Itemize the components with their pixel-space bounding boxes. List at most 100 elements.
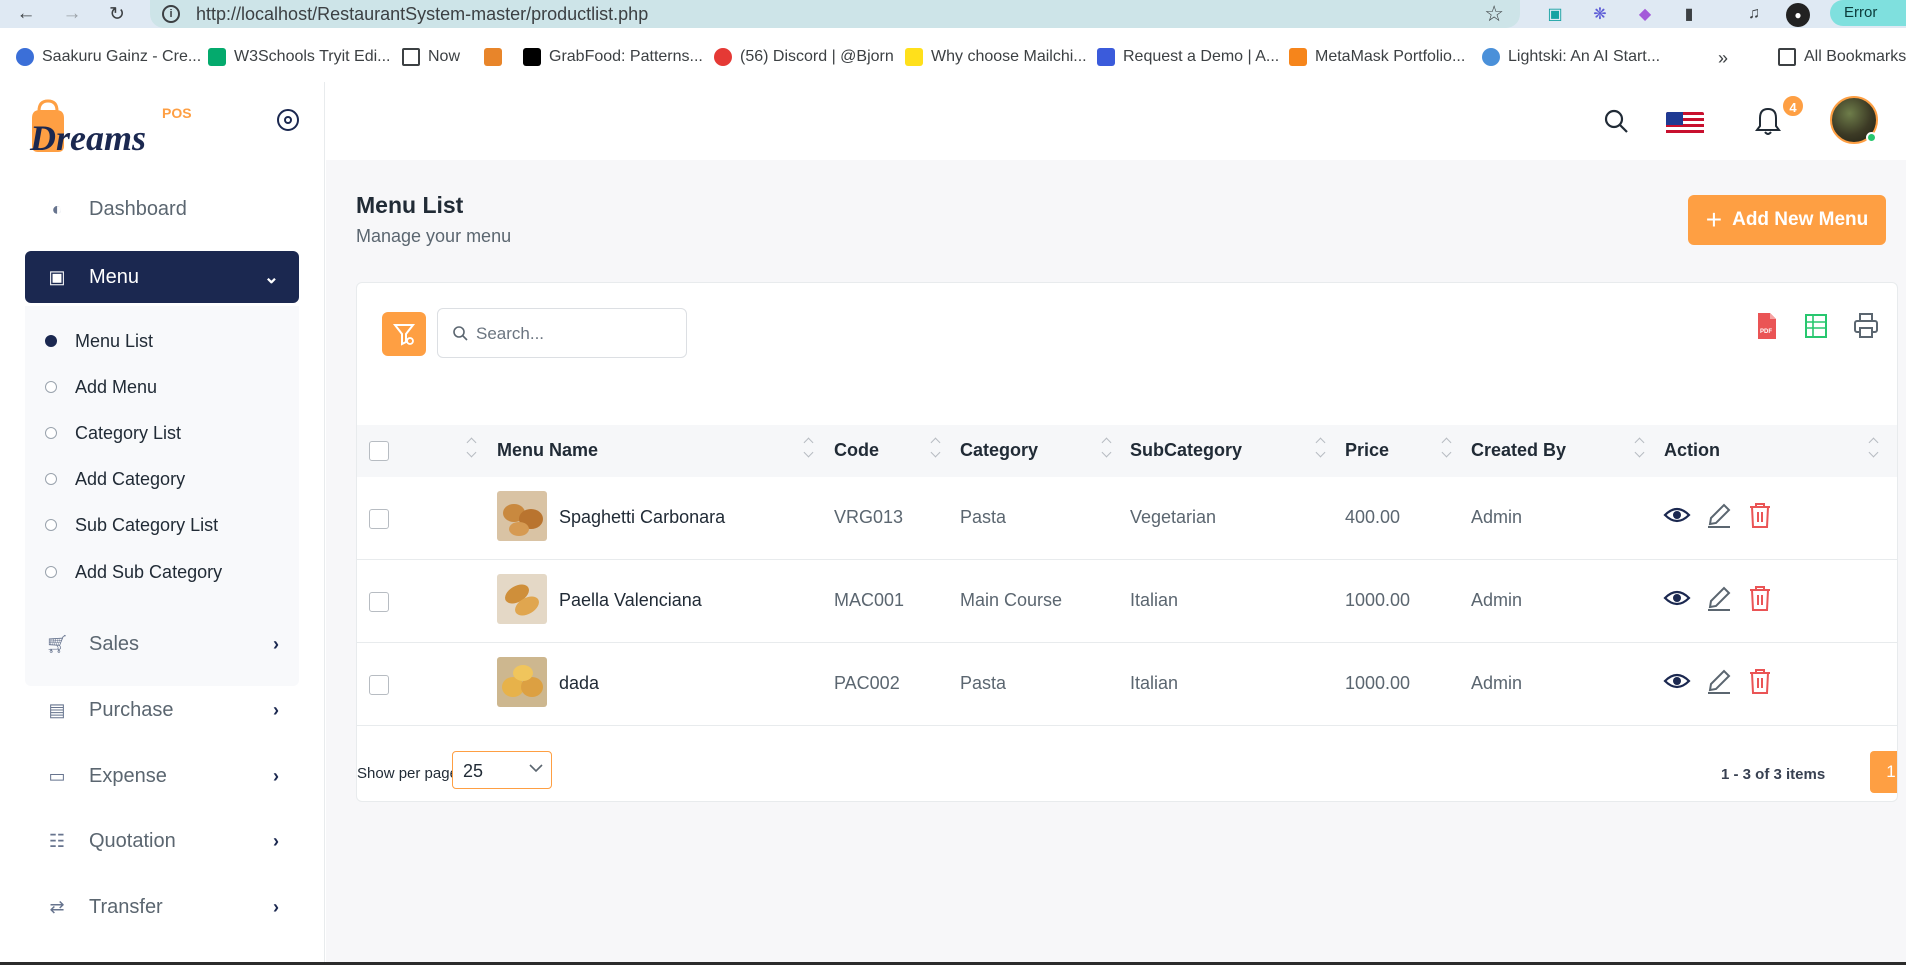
search-icon[interactable] <box>1603 108 1629 134</box>
extension-sparkle-icon[interactable]: ❋ <box>1589 3 1611 25</box>
row-checkbox[interactable] <box>369 592 389 612</box>
menu-price: 1000.00 <box>1345 590 1411 610</box>
submenu-item-category-list[interactable]: Category List <box>45 418 181 448</box>
bookmark-item[interactable]: Lightski: An AI Start... <box>1482 48 1660 66</box>
chevron-right-icon: › <box>273 633 279 654</box>
edit-pencil-icon[interactable] <box>1705 584 1733 612</box>
bookmark-item[interactable]: Now <box>402 48 460 66</box>
bookmark-item[interactable]: Request a Demo | A... <box>1097 48 1279 66</box>
menu-code: MAC001 <box>834 590 905 610</box>
online-status-dot <box>1866 132 1877 143</box>
column-header-menu-name[interactable]: Menu Name <box>497 440 598 461</box>
more-bookmarks-chevron-icon[interactable]: » <box>1718 48 1728 69</box>
folder-icon <box>402 48 420 66</box>
extension-brackets-icon[interactable]: ▣ <box>1544 3 1566 25</box>
menu-item-thumbnail[interactable] <box>497 657 547 707</box>
column-header-action: Action <box>1664 440 1720 460</box>
delete-trash-icon[interactable] <box>1746 667 1774 695</box>
sort-icon[interactable] <box>931 437 941 459</box>
profile-error-pill[interactable]: Error <box>1830 0 1906 26</box>
back-arrow-icon[interactable]: ← <box>14 2 38 26</box>
sidebar-item-sales[interactable]: 🛒︎ Sales › <box>25 617 299 671</box>
sidebar-item-expense[interactable]: ▭ Expense › <box>25 749 299 803</box>
print-icon[interactable] <box>1852 311 1880 341</box>
sort-icon[interactable] <box>804 437 814 459</box>
bookmark-label: (56) Discord | @Bjorn <box>740 48 894 65</box>
us-flag-icon[interactable] <box>1666 112 1704 136</box>
forward-arrow-icon[interactable]: → <box>60 2 84 26</box>
submenu-item-menu-list[interactable]: Menu List <box>45 326 153 356</box>
extensions-puzzle-icon[interactable]: ▮ <box>1678 3 1700 25</box>
bookmark-item[interactable]: MetaMask Portfolio... <box>1289 48 1465 66</box>
sidebar-item-transfer[interactable]: ⇄ Transfer › <box>25 880 299 934</box>
column-header-category[interactable]: Category <box>960 440 1038 461</box>
row-checkbox[interactable] <box>369 509 389 529</box>
sort-icon[interactable] <box>1102 437 1112 459</box>
address-bar[interactable]: i http://localhost/RestaurantSystem-mast… <box>150 0 1520 28</box>
bookmark-star-icon[interactable]: ☆ <box>1484 1 1504 27</box>
address-url[interactable]: http://localhost/RestaurantSystem-master… <box>196 4 648 25</box>
submenu-item-add-menu[interactable]: Add Menu <box>45 372 157 402</box>
menu-item-thumbnail[interactable] <box>497 574 547 624</box>
per-page-label: Show per page : <box>357 765 467 782</box>
dreams-pos-logo[interactable]: Dreams POS <box>26 98 206 158</box>
delete-trash-icon[interactable] <box>1746 501 1774 529</box>
excel-export-icon[interactable] <box>1802 311 1830 341</box>
bookmark-item[interactable]: W3Schools Tryit Edi... <box>208 48 391 66</box>
per-page-select[interactable]: 25 <box>452 751 552 789</box>
view-eye-icon[interactable] <box>1663 667 1691 695</box>
svg-text:POS: POS <box>162 105 192 121</box>
filter-button[interactable] <box>382 312 426 356</box>
sidebar-item-quotation[interactable]: ☷ Quotation › <box>25 814 299 868</box>
submenu-item-add-sub-category[interactable]: Add Sub Category <box>45 557 222 587</box>
sort-icon[interactable] <box>1442 437 1452 459</box>
column-header-created-by[interactable]: Created By <box>1471 440 1566 461</box>
pdf-export-icon[interactable]: PDF <box>1752 311 1780 341</box>
add-new-menu-button[interactable]: + Add New Menu <box>1688 195 1886 245</box>
menu-code: PAC002 <box>834 673 900 693</box>
sidebar-toggle-icon[interactable] <box>277 109 299 131</box>
profile-icon[interactable]: ● <box>1786 3 1810 27</box>
all-bookmarks[interactable]: All Bookmarks <box>1778 48 1906 66</box>
submenu-item-sub-category-list[interactable]: Sub Category List <box>45 510 218 540</box>
submenu-label: Sub Category List <box>75 514 219 535</box>
edit-pencil-icon[interactable] <box>1705 501 1733 529</box>
page-button-1[interactable]: 1 <box>1870 751 1897 793</box>
menu-item-thumbnail[interactable] <box>497 491 547 541</box>
search-field[interactable] <box>437 308 687 358</box>
site-info-icon[interactable]: i <box>162 5 180 23</box>
dot-icon <box>45 519 57 531</box>
sidebar-item-purchase[interactable]: ▤ Purchase › <box>25 683 299 737</box>
extension-shape-icon[interactable]: ◆ <box>1634 3 1656 25</box>
sort-icon[interactable] <box>1869 437 1879 459</box>
column-header-subcategory[interactable]: SubCategory <box>1130 440 1242 461</box>
view-eye-icon[interactable] <box>1663 501 1691 529</box>
sidebar-item-menu[interactable]: ▣ Menu ⌄ <box>25 251 299 303</box>
menu-price: 1000.00 <box>1345 673 1411 693</box>
bookmark-item[interactable]: GrabFood: Patterns... <box>523 48 703 66</box>
active-dot-icon <box>45 335 57 347</box>
sort-icon[interactable] <box>1316 437 1326 459</box>
bookmark-item[interactable] <box>484 48 502 66</box>
notification-bell-icon[interactable] <box>1754 106 1782 136</box>
box-icon: ▣ <box>48 266 66 287</box>
view-eye-icon[interactable] <box>1663 584 1691 612</box>
submenu-item-add-category[interactable]: Add Category <box>45 464 185 494</box>
reload-icon[interactable]: ↻ <box>105 2 129 26</box>
row-checkbox[interactable] <box>369 675 389 695</box>
select-all-checkbox[interactable] <box>369 441 389 461</box>
sort-icon[interactable] <box>1635 437 1645 459</box>
media-control-icon[interactable]: ♫ <box>1743 3 1765 25</box>
bookmark-item[interactable]: Saakuru Gainz - Cre... <box>16 48 201 66</box>
column-header-price[interactable]: Price <box>1345 440 1389 461</box>
bookmark-item[interactable]: Why choose Mailchi... <box>905 48 1087 66</box>
chevron-right-icon: › <box>273 699 279 720</box>
sidebar-item-dashboard[interactable]: ◐ Dashboard <box>25 182 299 236</box>
search-input[interactable] <box>476 321 676 347</box>
sort-icon[interactable] <box>467 437 477 459</box>
bookmark-item[interactable]: (56) Discord | @Bjorn <box>714 48 894 66</box>
delete-trash-icon[interactable] <box>1746 584 1774 612</box>
edit-pencil-icon[interactable] <box>1705 667 1733 695</box>
bookmark-label: GrabFood: Patterns... <box>549 48 703 65</box>
column-header-code[interactable]: Code <box>834 440 879 461</box>
